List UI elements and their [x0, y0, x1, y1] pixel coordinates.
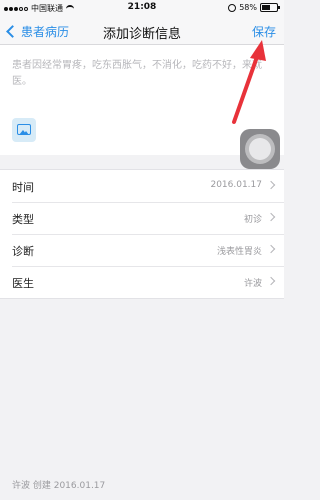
- alarm-icon: [228, 3, 237, 12]
- form-row-diagnosis[interactable]: 诊断 浅表性胃炎: [0, 234, 284, 266]
- row-value: 许波: [243, 279, 262, 289]
- row-label: 类型: [12, 213, 34, 226]
- add-image-button[interactable]: [12, 118, 36, 142]
- row-value: 初诊: [243, 215, 262, 225]
- row-value: 2016.01.17: [210, 180, 262, 190]
- note-text[interactable]: 患者因经常胃疼，吃东西胀气，不消化，吃药不好，来就医。: [12, 58, 270, 90]
- chevron-right-icon: [266, 244, 276, 254]
- status-right: 58%: [228, 3, 280, 12]
- chevron-right-icon: [266, 212, 276, 222]
- battery-percent: 58%: [239, 3, 257, 12]
- save-button[interactable]: 保存: [252, 23, 276, 40]
- diagnosis-note-field[interactable]: 患者因经常胃疼，吃东西胀气，不消化，吃药不好，来就医。: [0, 45, 284, 169]
- assistive-touch-button[interactable]: [240, 129, 280, 169]
- status-bar: 中国联通 21:08 58%: [0, 0, 284, 16]
- row-label: 诊断: [12, 245, 34, 258]
- diagnosis-form: 时间 2016.01.17 类型 初诊 诊断 浅表性胃炎 医生 许波: [0, 169, 284, 299]
- form-row-doctor[interactable]: 医生 许波: [0, 266, 284, 298]
- created-info: 许波 创建 2016.01.17: [12, 481, 106, 491]
- row-value: 浅表性胃炎: [216, 247, 262, 257]
- battery-icon: [260, 3, 280, 12]
- row-label: 时间: [12, 181, 34, 194]
- page-title: 添加诊断信息: [102, 27, 181, 42]
- chevron-right-icon: [266, 276, 276, 286]
- nav-bar: 患者病历 添加诊断信息 保存: [0, 16, 284, 45]
- form-row-type[interactable]: 类型 初诊: [0, 202, 284, 234]
- row-label: 医生: [12, 277, 34, 290]
- form-row-time[interactable]: 时间 2016.01.17: [0, 170, 284, 202]
- image-icon: [17, 124, 31, 135]
- chevron-right-icon: [266, 180, 276, 190]
